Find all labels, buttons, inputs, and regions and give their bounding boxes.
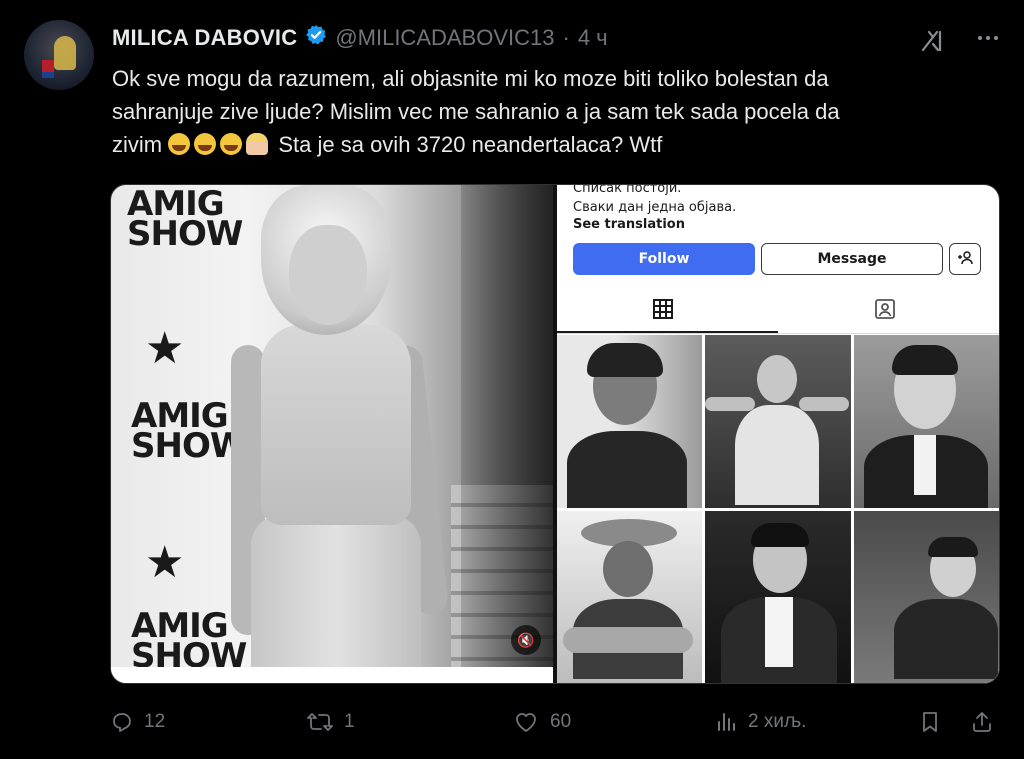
post-hair (587, 343, 663, 377)
star-icon: ★ (145, 324, 185, 373)
face (289, 225, 367, 325)
grid-post[interactable] (705, 510, 851, 683)
grid-post[interactable] (705, 335, 851, 508)
profile-bio-line-2: Сваки дан једна објава. (573, 200, 737, 215)
bookmark-icon (923, 712, 937, 732)
profile-bio-line-1: Списак постоји. (573, 184, 682, 196)
add-user-icon (958, 250, 973, 264)
post-arm (705, 397, 756, 411)
share-button[interactable] (970, 704, 994, 740)
tweet-header: MILICA DABOVIC @MILICADABOVIC13 · 4 ч (112, 24, 608, 52)
avatar-flag-stripe (42, 72, 54, 78)
tagged-tab-icon[interactable] (873, 297, 903, 327)
repost-button[interactable]: 1 (306, 704, 355, 740)
post-torso (893, 598, 998, 679)
post-hair (927, 536, 978, 557)
repost-icon (307, 713, 333, 731)
reply-count: 12 (144, 711, 166, 732)
tweet-text: Ok sve mogu da razumem, ali objasnite mi… (112, 62, 992, 161)
author-handle[interactable]: @MILICADABOVIC13 (335, 25, 554, 51)
author-avatar[interactable] (24, 20, 94, 90)
avatar-figure (54, 36, 76, 70)
tweet-top-actions (920, 26, 1000, 55)
facepalm-emoji-icon (246, 133, 269, 155)
grid-post[interactable] (853, 335, 999, 508)
tweet-line-2: sahranjuje zive ljude? Mislim vec me sah… (112, 99, 840, 124)
post-hair (891, 345, 958, 375)
views-button[interactable]: 2 хиљ. (714, 704, 806, 740)
tab-divider (557, 333, 999, 334)
post-head (603, 540, 653, 597)
wall-shadow (461, 185, 553, 683)
star-icon: ★ (145, 538, 185, 587)
post-torso (567, 431, 687, 508)
author-name[interactable]: MILICA DABOVIC (112, 25, 297, 51)
post-hair (751, 522, 810, 547)
repost-count: 1 (344, 711, 355, 732)
posts-grid (557, 335, 999, 683)
see-translation-link[interactable]: See translation (573, 217, 685, 232)
tweet-line-3-end: Sta je sa ovih 3720 neandertalaca? Wtf (278, 132, 663, 157)
post-torso (735, 405, 820, 505)
reply-icon (113, 713, 131, 732)
posts-grid-tab-icon[interactable] (651, 297, 681, 327)
grok-icon[interactable] (920, 29, 946, 53)
share-icon (973, 712, 991, 732)
post-guitar (563, 626, 693, 653)
laughing-crying-emoji-icon (168, 133, 191, 155)
legs (251, 515, 421, 683)
views-icon (718, 713, 735, 731)
laughing-crying-emoji-icon (194, 133, 217, 155)
tweet-line-1: Ok sve mogu da razumem, ali objasnite mi… (112, 66, 829, 91)
verified-badge-icon (305, 24, 327, 52)
post-head (757, 355, 798, 403)
like-count: 60 (550, 711, 572, 732)
reply-button[interactable]: 12 (110, 704, 165, 740)
post-arm (799, 397, 850, 411)
post-shirt (765, 596, 794, 667)
header-separator: · (562, 25, 570, 50)
post-shirt (913, 435, 936, 495)
media-profile-screenshot[interactable]: Списак постоји. Сваки дан једна објава. … (557, 185, 999, 683)
laughing-crying-emoji-icon (220, 133, 243, 155)
logo-line2: SHOW (131, 426, 247, 466)
tweet-actions: 12 1 60 2 хиљ. (110, 704, 1000, 740)
grid-post[interactable] (853, 510, 999, 683)
logo-line2: SHOW (127, 214, 243, 254)
grid-post[interactable] (557, 335, 703, 508)
tweet-media[interactable]: AMIG SHOW AMIG SHOW ★ AMIG SHOW ★ AMIG S… (110, 184, 1000, 684)
heart-icon (516, 713, 536, 732)
media-photo-left[interactable]: AMIG SHOW AMIG SHOW ★ AMIG SHOW ★ AMIG S… (111, 185, 553, 683)
torso (261, 325, 411, 525)
views-count: 2 хиљ. (748, 711, 807, 732)
more-icon[interactable] (976, 26, 1000, 55)
bookmark-button[interactable] (918, 704, 942, 740)
woman-figure (231, 185, 451, 683)
photo-bottom-strip (111, 667, 553, 683)
message-button[interactable]: Message (761, 243, 943, 275)
tweet-line-3-start: zivim (112, 132, 163, 157)
grid-post[interactable] (557, 510, 703, 683)
follow-button[interactable]: Follow (573, 243, 755, 275)
like-button[interactable]: 60 (512, 704, 571, 740)
tweet-time[interactable]: 4 ч (578, 25, 608, 51)
mute-icon[interactable]: 🔇 (511, 625, 541, 655)
add-user-button[interactable] (949, 243, 981, 275)
